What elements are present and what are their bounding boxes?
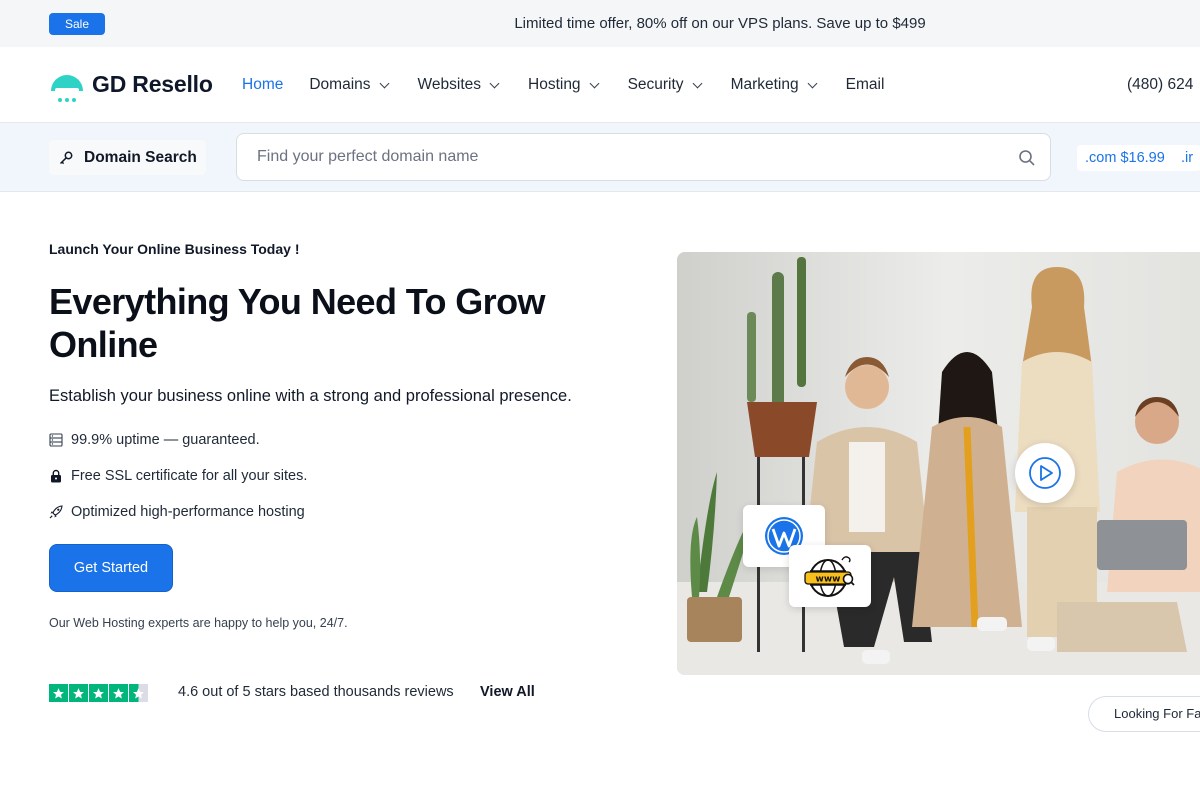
key-icon — [58, 150, 74, 166]
star-icon — [109, 684, 128, 702]
play-icon — [1029, 457, 1061, 489]
www-text: www — [816, 575, 841, 585]
nav-email[interactable]: Email — [846, 76, 885, 94]
chevron-down-icon — [379, 78, 389, 88]
domain-search-bar: Domain Search .com $16.99 .ir — [0, 123, 1200, 192]
chevron-down-icon — [807, 78, 818, 88]
search-icon[interactable] — [1018, 149, 1036, 167]
lock-icon — [49, 469, 63, 483]
play-video-button[interactable] — [1015, 443, 1075, 503]
logo-icon[interactable] — [49, 67, 85, 105]
star-icon — [89, 684, 108, 702]
feature-hosting: Optimized high-performance hosting — [49, 504, 305, 520]
get-started-button[interactable]: Get Started — [49, 544, 173, 592]
nav-security[interactable]: Security — [628, 76, 703, 94]
hero-team-photo — [677, 252, 1200, 675]
half-star-icon — [129, 684, 148, 702]
promo-text: Limited time offer, 80% off on our VPS p… — [514, 15, 926, 32]
hero-eyebrow: Launch Your Online Business Today ! — [49, 241, 300, 257]
rating-text: 4.6 out of 5 stars based thousands revie… — [178, 684, 454, 700]
star-icon — [49, 684, 68, 702]
nav-websites[interactable]: Websites — [418, 76, 500, 94]
team-photo-illustration — [677, 252, 1200, 675]
looking-for-pill[interactable]: Looking For Fa — [1088, 696, 1200, 732]
phone-number[interactable]: (480) 624 — [1127, 76, 1193, 94]
rocket-icon — [49, 505, 63, 519]
brand-name[interactable]: GD Resello — [92, 71, 213, 98]
nav-home[interactable]: Home — [242, 76, 283, 94]
star-icon — [69, 684, 88, 702]
site-header: GD Resello Home Domains Websites Hosting… — [0, 47, 1200, 123]
nav-hosting[interactable]: Hosting — [528, 76, 600, 94]
domain-search-box — [236, 133, 1051, 181]
main-nav: Home Domains Websites Hosting Security M… — [242, 76, 884, 94]
domain-search-label: Domain Search — [49, 140, 206, 175]
nav-marketing[interactable]: Marketing — [731, 76, 818, 94]
chevron-down-icon — [692, 78, 703, 88]
trustpilot-stars — [49, 684, 149, 702]
chevron-down-icon — [489, 78, 500, 88]
globe-www-icon: www — [804, 556, 855, 597]
feature-ssl: Free SSL certificate for all your sites. — [49, 468, 307, 484]
feature-uptime: 99.9% uptime — guaranteed. — [49, 432, 260, 448]
domain-search-input[interactable] — [257, 134, 997, 180]
tld-price-com[interactable]: .com $16.99 .ir — [1077, 145, 1200, 171]
support-note: Our Web Hosting experts are happy to hel… — [49, 616, 348, 630]
server-icon — [49, 433, 63, 447]
view-all-reviews-link[interactable]: View All — [480, 684, 535, 700]
hero-subhead: Establish your business online with a st… — [49, 387, 572, 405]
www-domain-card: www — [789, 545, 871, 607]
chevron-down-icon — [589, 78, 600, 88]
hero-headline: Everything You Need To Grow Online — [49, 281, 545, 365]
promo-bar: Sale Limited time offer, 80% off on our … — [0, 0, 1200, 47]
nav-domains[interactable]: Domains — [309, 76, 389, 94]
